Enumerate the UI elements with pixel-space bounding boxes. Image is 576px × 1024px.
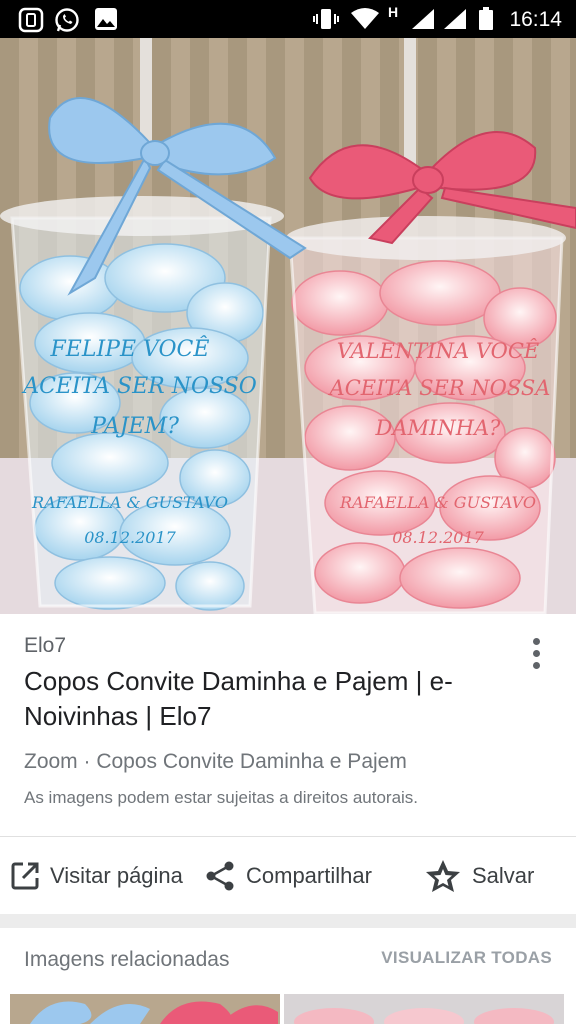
left-cup-line-2: ACEITA SER NOSSO [21,374,257,399]
clock: 16:14 [509,8,562,31]
star-outline-icon [426,860,460,892]
result-subtitle: Zoom · Copos Convite Daminha e Pajem [24,750,407,773]
related-images-label: Imagens relacionadas [24,948,230,971]
signal-icon-2 [444,9,466,29]
related-thumbnail-2[interactable] [284,994,564,1024]
status-bar: H 16:14 [0,0,576,38]
battery-icon [479,7,493,30]
right-cup-line-1: VALENTINA VOCÊ [337,339,539,363]
left-cup-line-4: RAFAELLA & GUSTAVO [31,493,228,512]
save-label: Salvar [472,863,535,888]
more-options-icon[interactable] [522,638,550,676]
result-image[interactable]: FELIPE VOCÊ ACEITA SER NOSSO PAJEM? RAFA… [0,38,576,614]
share-icon [206,861,234,891]
screenshot-app-icon [18,7,44,33]
vibrate-icon [313,9,339,29]
visit-page-label: Visitar página [50,863,183,888]
view-all-button[interactable]: VISUALIZAR TODAS [381,948,552,968]
result-card: Elo7 Copos Convite Daminha e Pajem | e-N… [0,614,576,914]
signal-icon-1 [412,9,434,29]
whatsapp-icon [55,8,79,32]
photo-cups: FELIPE VOCÊ ACEITA SER NOSSO PAJEM? RAFA… [0,38,576,614]
network-type-label: H [388,4,399,20]
left-cup-line-5: 08.12.2017 [84,528,176,547]
related-thumbnail-1[interactable] [10,994,280,1024]
save-button[interactable]: Salvar [424,854,534,898]
share-label: Compartilhar [246,863,372,888]
left-cup-line-1: FELIPE VOCÊ [50,335,210,362]
divider [0,836,576,837]
related-images-section: Imagens relacionadas VISUALIZAR TODAS [0,928,576,1024]
wifi-icon [351,8,379,29]
source-name[interactable]: Elo7 [24,634,66,658]
right-cup-line-3: DAMINHA? [375,416,502,440]
share-button[interactable]: Compartilhar [204,854,372,898]
right-cup-line-4: RAFAELLA & GUSTAVO [339,493,536,512]
left-cup-line-3: PAJEM? [90,414,179,439]
gallery-icon [95,8,117,30]
visit-page-button[interactable]: Visitar página [10,854,183,898]
right-cup: VALENTINA VOCÊ ACEITA SER NOSSA DAMINHA?… [286,216,566,614]
open-in-new-icon [11,862,39,890]
right-cup-line-2: ACEITA SER NOSSA [328,376,551,400]
result-title[interactable]: Copos Convite Daminha e Pajem | e-Noivin… [24,664,524,734]
right-cup-line-5: 08.12.2017 [392,528,484,547]
left-cup: FELIPE VOCÊ ACEITA SER NOSSO PAJEM? RAFA… [0,196,284,611]
copyright-notice: As imagens podem estar sujeitas a direit… [24,788,419,807]
